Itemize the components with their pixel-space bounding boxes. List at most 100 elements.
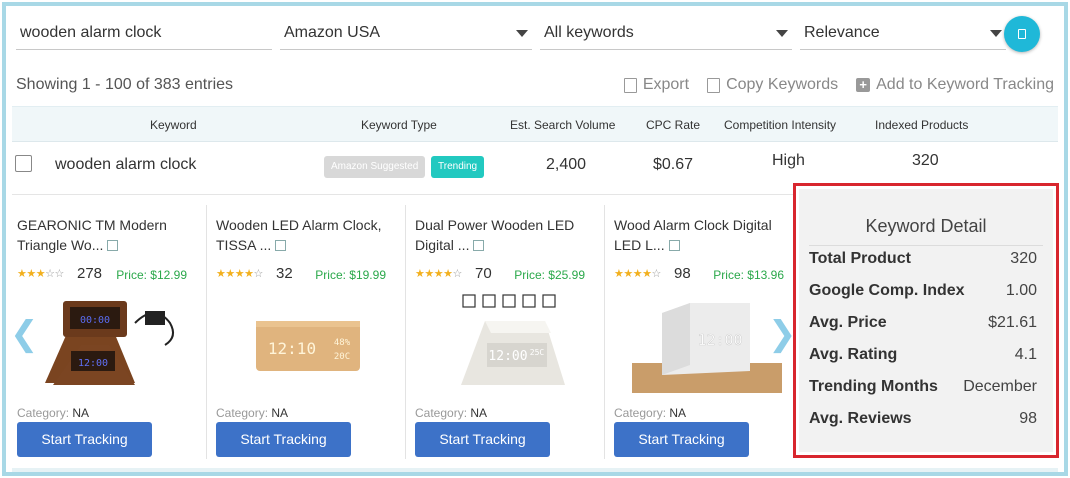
product-card-1: GEARONIC TM Modern Triangle Wo... ★★★☆☆ … bbox=[17, 205, 209, 459]
product-card-4: Wood Alarm Clock Digital LED L... ★★★★☆ … bbox=[614, 205, 806, 459]
card-divider bbox=[604, 205, 605, 459]
card-divider bbox=[206, 205, 207, 459]
product-title[interactable]: Wooden LED Alarm Clock, TISSA ... bbox=[216, 215, 391, 255]
marketplace-value: Amazon USA bbox=[284, 24, 381, 41]
external-link-icon[interactable] bbox=[668, 240, 680, 251]
badge-trending: Trending bbox=[431, 156, 485, 178]
product-title[interactable]: GEARONIC TM Modern Triangle Wo... bbox=[17, 215, 192, 255]
filter-bar: wooden alarm clock Amazon USA All keywor… bbox=[16, 16, 1054, 52]
external-link-icon[interactable] bbox=[473, 240, 485, 251]
sort-select[interactable]: Relevance bbox=[800, 16, 1006, 50]
copy-label: Copy Keywords bbox=[726, 76, 839, 93]
category-line: Category: NA bbox=[17, 406, 90, 420]
copy-icon bbox=[707, 77, 721, 93]
star-rating-icon: ★★★★☆ bbox=[415, 267, 462, 280]
product-image[interactable]: 00:00 12:00 bbox=[35, 293, 185, 393]
export-button[interactable]: Export bbox=[623, 76, 690, 94]
chevron-down-icon bbox=[776, 30, 788, 37]
rating-row: ★★★☆☆ 278 Price: $12.99 bbox=[17, 265, 192, 285]
search-input[interactable]: wooden alarm clock bbox=[16, 16, 272, 50]
detail-value: 4.1 bbox=[1014, 346, 1037, 363]
clock-display-text: 12:10 bbox=[268, 339, 316, 358]
col-search-volume[interactable]: Est. Search Volume bbox=[510, 118, 615, 132]
col-cpc-rate[interactable]: CPC Rate bbox=[646, 118, 700, 132]
action-round-button[interactable] bbox=[1004, 16, 1040, 52]
copy-keywords-button[interactable]: Copy Keywords bbox=[707, 76, 838, 94]
product-card-3: Dual Power Wooden LED Digital ... ★★★★☆ … bbox=[415, 205, 607, 459]
product-price: Price: $19.99 bbox=[315, 268, 386, 282]
detail-label: Trending Months bbox=[809, 378, 938, 395]
product-image[interactable]: 12:00 25C bbox=[433, 293, 583, 393]
marketplace-select[interactable]: Amazon USA bbox=[280, 16, 532, 50]
keyword-detail-title: Keyword Detail bbox=[865, 216, 987, 236]
product-card-2: Wooden LED Alarm Clock, TISSA ... ★★★★☆ … bbox=[216, 205, 408, 459]
clock-display-text: 48% bbox=[334, 338, 351, 348]
card-divider bbox=[405, 205, 406, 459]
keyword-type-select[interactable]: All keywords bbox=[540, 16, 792, 50]
detail-label: Avg. Price bbox=[809, 314, 887, 331]
row-checkbox[interactable] bbox=[15, 155, 32, 172]
category-line: Category: NA bbox=[415, 406, 488, 420]
keyword-detail-panel: Keyword Detail Total Product 320 Google … bbox=[793, 183, 1059, 458]
plus-icon: + bbox=[856, 78, 871, 92]
square-icon bbox=[1018, 29, 1026, 39]
divider bbox=[809, 245, 1043, 246]
product-title[interactable]: Dual Power Wooden LED Digital ... bbox=[415, 215, 590, 255]
col-indexed-products[interactable]: Indexed Products bbox=[875, 118, 968, 132]
review-count: 32 bbox=[276, 265, 293, 282]
col-competition[interactable]: Competition Intensity bbox=[724, 118, 836, 132]
product-price: Price: $12.99 bbox=[116, 268, 187, 282]
external-link-icon[interactable] bbox=[107, 240, 119, 251]
detail-row-avg-price: Avg. Price $21.61 bbox=[809, 314, 1043, 338]
star-rating-icon: ★★★★☆ bbox=[614, 267, 661, 280]
clock-display-text: 12:00 bbox=[697, 331, 742, 349]
category-line: Category: NA bbox=[614, 406, 687, 420]
category-line: Category: NA bbox=[216, 406, 289, 420]
indexed-value: 320 bbox=[912, 152, 939, 169]
review-count: 70 bbox=[475, 265, 492, 282]
rating-row: ★★★★☆ 98 Price: $13.96 bbox=[614, 265, 789, 285]
product-price: Price: $25.99 bbox=[514, 268, 585, 282]
competition-value: High bbox=[772, 152, 805, 169]
detail-row-avg-reviews: Avg. Reviews 98 bbox=[809, 410, 1043, 434]
table-header: Keyword Keyword Type Est. Search Volume … bbox=[12, 106, 1058, 142]
entries-count: Showing 1 - 100 of 383 entries bbox=[16, 76, 234, 93]
review-count: 278 bbox=[77, 265, 103, 282]
export-label: Export bbox=[642, 76, 690, 93]
product-price: Price: $13.96 bbox=[713, 268, 784, 282]
keyword-detail-body: Keyword Detail Total Product 320 Google … bbox=[799, 189, 1053, 452]
star-rating-icon: ★★★☆☆ bbox=[17, 267, 64, 280]
review-count: 98 bbox=[674, 265, 691, 282]
info-row: Showing 1 - 100 of 383 entries Export Co… bbox=[16, 72, 1054, 100]
detail-label: Google Comp. Index bbox=[809, 282, 965, 299]
rating-row: ★★★★☆ 70 Price: $25.99 bbox=[415, 265, 590, 285]
external-link-icon[interactable] bbox=[275, 240, 287, 251]
star-rating-icon: ★★★★☆ bbox=[216, 267, 263, 280]
divider bbox=[12, 468, 1058, 472]
detail-row-avg-rating: Avg. Rating 4.1 bbox=[809, 346, 1043, 370]
add-to-tracking-button[interactable]: + Add to Keyword Tracking bbox=[856, 76, 1054, 94]
col-keyword[interactable]: Keyword bbox=[150, 118, 197, 132]
clock-display-text: 12:00 bbox=[488, 349, 527, 364]
toolbar-actions: Export Copy Keywords + Add to Keyword Tr… bbox=[623, 76, 1054, 94]
clock-display-text: 25C bbox=[530, 348, 545, 357]
detail-value: $21.61 bbox=[988, 314, 1037, 331]
keyword-text[interactable]: wooden alarm clock bbox=[55, 156, 196, 174]
detail-label: Avg. Reviews bbox=[809, 410, 912, 427]
product-image[interactable]: 12:10 48% 20C bbox=[234, 293, 384, 393]
start-tracking-button[interactable]: Start Tracking bbox=[17, 422, 152, 457]
start-tracking-button[interactable]: Start Tracking bbox=[614, 422, 749, 457]
col-keyword-type[interactable]: Keyword Type bbox=[361, 118, 437, 132]
start-tracking-button[interactable]: Start Tracking bbox=[415, 422, 550, 457]
detail-value: 1.00 bbox=[1005, 282, 1037, 299]
chevron-down-icon bbox=[990, 30, 1002, 37]
product-title[interactable]: Wood Alarm Clock Digital LED L... bbox=[614, 215, 789, 255]
sort-value: Relevance bbox=[804, 24, 880, 41]
start-tracking-button[interactable]: Start Tracking bbox=[216, 422, 351, 457]
product-image[interactable]: 12:00 bbox=[632, 293, 782, 393]
detail-label: Avg. Rating bbox=[809, 346, 898, 363]
detail-row-trending-months: Trending Months December bbox=[809, 378, 1043, 402]
add-label: Add to Keyword Tracking bbox=[876, 76, 1054, 93]
clock-display-text: 20C bbox=[334, 352, 350, 362]
detail-value: December bbox=[963, 378, 1037, 395]
